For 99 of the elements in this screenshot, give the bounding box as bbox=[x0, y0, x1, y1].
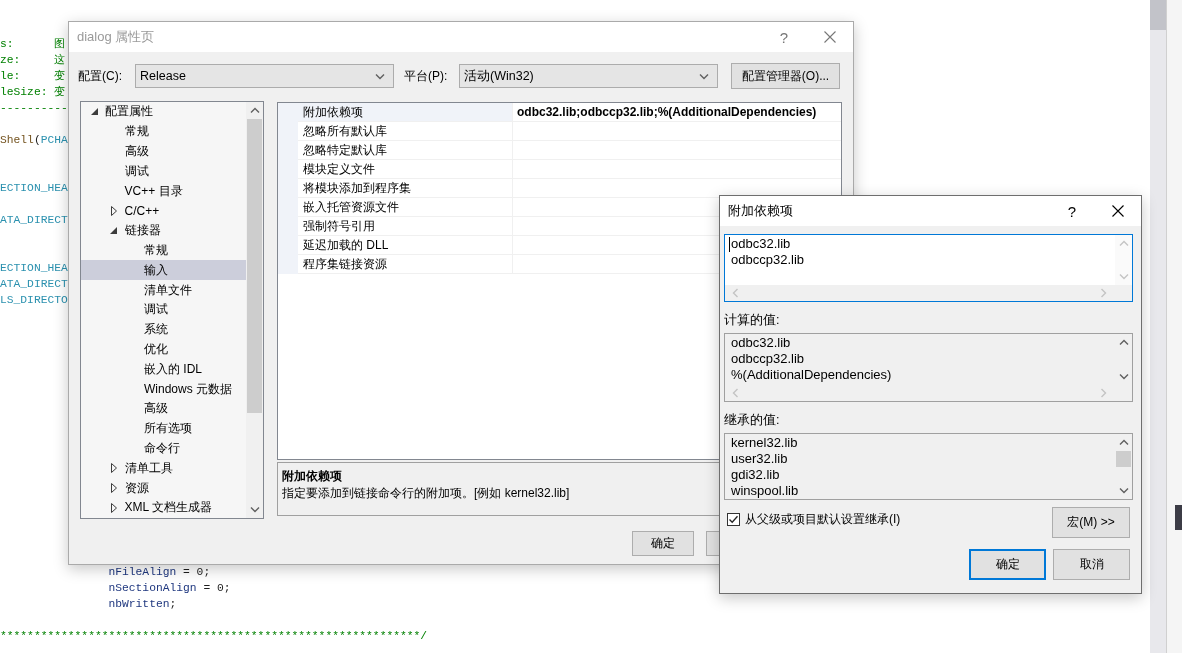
edit-line: odbccp32.lib bbox=[731, 252, 804, 268]
macros-button[interactable]: 宏(M) >> bbox=[1052, 507, 1130, 538]
property-value[interactable]: odbc32.lib;odbccp32.lib;%(AdditionalDependencies) bbox=[513, 103, 841, 122]
side-tab-marker[interactable] bbox=[1175, 505, 1182, 530]
list-line: odbccp32.lib bbox=[731, 351, 804, 367]
scroll-up-icon[interactable] bbox=[1118, 439, 1129, 446]
scroll-thumb[interactable] bbox=[1150, 0, 1166, 30]
tree-item[interactable]: 配置属性 bbox=[81, 102, 246, 122]
property-name[interactable]: 将模块添加到程序集 bbox=[298, 179, 513, 198]
field-label: 配置(C): bbox=[78, 67, 122, 85]
tree-item[interactable]: 链接器 bbox=[81, 220, 246, 241]
property-name[interactable]: 嵌入托管资源文件 bbox=[298, 198, 513, 217]
collapsed-triangle-icon[interactable] bbox=[110, 463, 117, 474]
scroll-up-icon[interactable] bbox=[1118, 339, 1129, 346]
tree-item[interactable]: 常规 bbox=[81, 240, 246, 261]
ok-button[interactable]: 确定 bbox=[632, 531, 694, 556]
code-line: ---------- bbox=[0, 101, 68, 116]
tree-item[interactable]: 命令行 bbox=[81, 438, 246, 459]
property-name[interactable]: 强制符号引用 bbox=[298, 217, 513, 236]
help-button[interactable]: ? bbox=[1049, 196, 1095, 226]
window-title: 附加依赖项 bbox=[728, 202, 793, 220]
tree-item[interactable]: 常规 bbox=[81, 121, 246, 142]
tree-item[interactable]: XML 文档生成器 bbox=[81, 497, 246, 518]
code-line: nbWritten; bbox=[108, 597, 177, 612]
code-line: s: 图 bbox=[0, 37, 66, 52]
dialog-button[interactable]: 确定 bbox=[969, 549, 1046, 580]
scrollbar[interactable] bbox=[246, 102, 263, 518]
tree-item[interactable]: Windows 元数据 bbox=[81, 379, 246, 399]
checkbox[interactable] bbox=[727, 513, 740, 526]
section-label: 计算的值: bbox=[724, 311, 780, 329]
code-line: ATA_DIRECT bbox=[0, 213, 68, 228]
window-title: dialog 属性页 bbox=[77, 28, 155, 46]
code-line: ze: 这 bbox=[0, 53, 66, 68]
tree-item[interactable]: 嵌入的 IDL bbox=[81, 359, 246, 380]
property-name[interactable]: 附加依赖项 bbox=[298, 103, 513, 122]
dialog-button[interactable]: 取消 bbox=[1053, 549, 1130, 580]
expanded-triangle-icon[interactable] bbox=[90, 108, 98, 116]
chevron-down-icon[interactable] bbox=[699, 72, 709, 80]
checkbox-label[interactable]: 从父级或项目默认设置继承(I) bbox=[745, 511, 901, 528]
scroll-up-icon[interactable] bbox=[249, 107, 260, 114]
section-label: 继承的值: bbox=[724, 411, 780, 429]
tree-item[interactable]: VC++ 目录 bbox=[81, 181, 246, 201]
code-line: nFileAlign = 0; bbox=[108, 565, 211, 580]
editor-scrollbar[interactable] bbox=[1150, 0, 1166, 653]
list-line: winspool.lib bbox=[731, 483, 799, 499]
list-line: %(AdditionalDependencies) bbox=[731, 367, 892, 383]
text-cursor-icon bbox=[729, 236, 730, 252]
property-name[interactable]: 忽略特定默认库 bbox=[298, 141, 513, 160]
tree-item[interactable]: 资源 bbox=[81, 478, 246, 498]
property-name[interactable]: 程序集链接资源 bbox=[298, 255, 513, 274]
list-line: odbc32.lib bbox=[731, 335, 791, 351]
tree-item[interactable]: 高级 bbox=[81, 141, 246, 162]
tree-item[interactable]: 系统 bbox=[81, 319, 246, 340]
property-name[interactable]: 忽略所有默认库 bbox=[298, 122, 513, 141]
collapsed-triangle-icon[interactable] bbox=[110, 205, 117, 216]
chevron-down-icon[interactable] bbox=[375, 72, 385, 80]
help-button[interactable]: ? bbox=[761, 22, 807, 52]
scrollbar-corner bbox=[1115, 285, 1132, 301]
tree-item[interactable]: C/C++ bbox=[81, 201, 246, 221]
tree-item[interactable]: 清单文件 bbox=[81, 280, 246, 300]
edit-line: odbc32.lib bbox=[731, 236, 791, 252]
code-line: LS_DIRECTO bbox=[0, 293, 68, 308]
tree-item[interactable]: 输入 bbox=[81, 260, 246, 281]
list-line: kernel32.lib bbox=[731, 435, 798, 451]
code-line: ECTION_HEA bbox=[0, 261, 68, 276]
code-line: ATA_DIRECT bbox=[0, 277, 68, 292]
description-text: 指定要添加到链接命令行的附加项。[例如 kernel32.lib] bbox=[282, 485, 570, 502]
tree-item[interactable]: 调试 bbox=[81, 161, 246, 182]
scroll-down-icon[interactable] bbox=[249, 506, 260, 513]
tree-item[interactable]: 优化 bbox=[81, 339, 246, 360]
tree-item[interactable]: 清单工具 bbox=[81, 458, 246, 479]
code-line: leSize: 变 bbox=[0, 85, 66, 100]
configuration-manager-button[interactable]: 配置管理器(O)... bbox=[731, 63, 840, 89]
list-line: user32.lib bbox=[731, 451, 788, 467]
close-icon bbox=[1112, 205, 1124, 217]
tree-item[interactable]: 高级 bbox=[81, 398, 246, 419]
tree-item[interactable]: 调试 bbox=[81, 299, 246, 320]
scroll-thumb[interactable] bbox=[247, 119, 262, 413]
edit-field[interactable]: odbc32.lib odbccp32.lib bbox=[724, 234, 1133, 302]
list-line: gdi32.lib bbox=[731, 467, 780, 483]
expanded-triangle-icon[interactable] bbox=[110, 227, 117, 235]
code-line: Shell(PCHA bbox=[0, 133, 68, 148]
property-name[interactable]: 延迟加载的 DLL bbox=[298, 236, 513, 255]
code-line: nSectionAlign = 0; bbox=[108, 581, 231, 596]
code-line: le: 变 bbox=[0, 69, 66, 84]
close-icon bbox=[824, 31, 836, 43]
tree-item[interactable]: 所有选项 bbox=[81, 418, 246, 439]
platform-combobox[interactable]: 活动(Win32) bbox=[459, 64, 718, 88]
collapsed-triangle-icon[interactable] bbox=[110, 483, 117, 494]
scroll-down-icon[interactable] bbox=[1118, 487, 1129, 494]
configuration-combobox[interactable]: Release bbox=[135, 64, 394, 88]
scroll-thumb[interactable] bbox=[1116, 451, 1131, 467]
field-label: 平台(P): bbox=[404, 67, 448, 85]
description-title: 附加依赖项 bbox=[282, 468, 342, 484]
collapsed-triangle-icon[interactable] bbox=[110, 502, 117, 513]
property-name[interactable]: 模块定义文件 bbox=[298, 160, 513, 179]
code-line: ECTION_HEA bbox=[0, 181, 68, 196]
code-line: **************************************************************/ bbox=[0, 629, 428, 644]
scroll-down-icon[interactable] bbox=[1118, 373, 1129, 380]
